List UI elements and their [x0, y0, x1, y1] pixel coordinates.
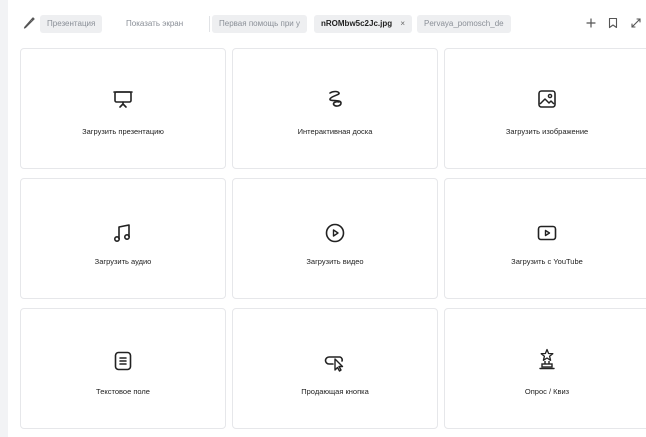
card-upload-presentation[interactable]: Загрузить презентацию — [20, 48, 226, 169]
card-label: Загрузить видео — [306, 257, 364, 266]
card-upload-image[interactable]: Загрузить изображение — [444, 48, 646, 169]
toolbar-divider — [209, 16, 210, 32]
card-label: Опрос / Квиз — [524, 387, 570, 396]
tab-label: nROMbw5c2Jc.jpg — [321, 19, 393, 28]
text-field-icon — [111, 349, 135, 373]
presentation-icon — [111, 87, 135, 111]
image-icon — [535, 87, 559, 111]
tab-close-icon[interactable]: × — [400, 19, 405, 28]
expand-icon[interactable] — [628, 15, 644, 31]
tab-share-screen[interactable]: Показать экран — [119, 15, 190, 33]
tab-label: Презентация — [47, 19, 96, 28]
tab-first-aid[interactable]: Первая помощь при у — [212, 15, 307, 33]
trophy-icon — [535, 347, 559, 371]
card-label: Загрузить презентацию — [82, 127, 164, 136]
content-frame: Презентация Показать экран Первая помощь… — [8, 0, 646, 437]
cursor-button-icon — [323, 349, 347, 373]
tab-label: Первая помощь при у — [219, 19, 300, 28]
card-selling-button[interactable]: Продающая кнопка — [232, 308, 438, 429]
card-upload-youtube[interactable]: Загрузить с YouTube — [444, 178, 646, 299]
card-upload-audio[interactable]: Загрузить аудио — [20, 178, 226, 299]
card-label: Загрузить с YouTube — [511, 257, 583, 266]
card-label: Текстовое поле — [96, 387, 150, 396]
music-icon — [111, 221, 135, 245]
tab-label: Показать экран — [126, 19, 184, 28]
card-quiz[interactable]: Опрос / Квиз — [444, 308, 646, 429]
card-interactive-board[interactable]: Интерактивная доска — [232, 48, 438, 169]
card-label: Загрузить изображение — [505, 127, 589, 136]
plus-icon[interactable] — [583, 15, 599, 31]
tab-presentation[interactable]: Презентация — [40, 15, 103, 33]
card-text-field[interactable]: Текстовое поле — [20, 308, 226, 429]
tab-image-file[interactable]: nROMbw5c2Jc.jpg × — [314, 15, 413, 33]
toolbar: Презентация Показать экран Первая помощь… — [8, 0, 646, 44]
play-circle-icon — [323, 221, 347, 245]
tab-pervaya-pomosch[interactable]: Pervaya_pomosch_de — [417, 15, 511, 33]
youtube-icon — [535, 221, 559, 245]
card-label: Продающая кнопка — [301, 387, 369, 396]
card-label: Загрузить аудио — [94, 257, 152, 266]
card-label: Интерактивная доска — [297, 127, 373, 136]
whiteboard-icon — [323, 87, 347, 111]
tab-label: Pervaya_pomosch_de — [424, 19, 504, 28]
bookmark-icon[interactable] — [605, 15, 621, 31]
card-upload-video[interactable]: Загрузить видео — [232, 178, 438, 299]
pencil-icon[interactable] — [22, 16, 36, 30]
